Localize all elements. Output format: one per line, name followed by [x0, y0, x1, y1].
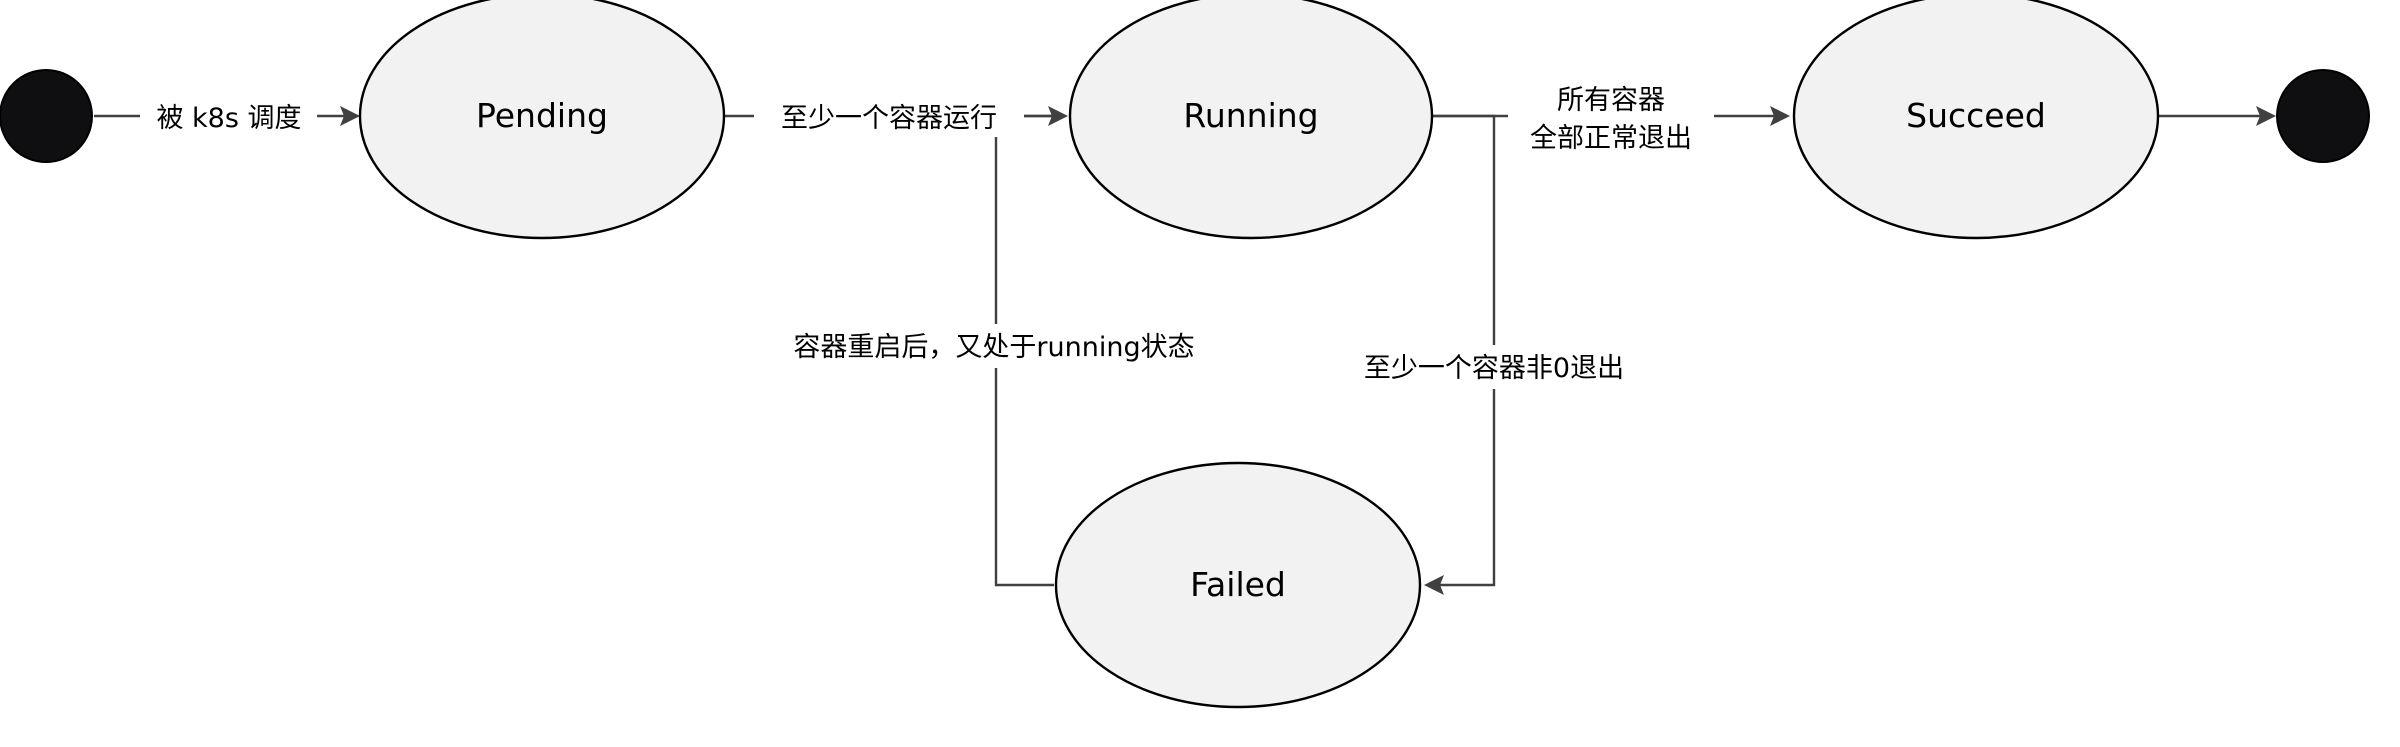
label-failed-to-running: 容器重启后，又处于running状态 — [793, 332, 1194, 363]
pod-lifecycle-diagram: 被 k8s 调度 至少一个容器运行 所有容器 全部正常退出 至少一个容器非0退出… — [0, 0, 2370, 709]
state-pending-label: Pending — [476, 96, 608, 135]
state-failed-label: Failed — [1190, 565, 1286, 604]
initial-state-node — [0, 69, 93, 163]
state-running: Running — [1068, 0, 1434, 240]
state-running-label: Running — [1183, 96, 1318, 135]
label-running-to-succeed-line2: 全部正常退出 — [1530, 123, 1692, 154]
final-state-node — [2276, 69, 2370, 163]
label-running-to-succeed-line1: 所有容器 — [1557, 85, 1665, 116]
label-start-to-pending: 被 k8s 调度 — [156, 103, 301, 134]
state-diagram-canvas: 被 k8s 调度 至少一个容器运行 所有容器 全部正常退出 至少一个容器非0退出… — [0, 0, 2400, 742]
state-failed: Failed — [1054, 461, 1422, 709]
state-succeed: Succeed — [1792, 0, 2160, 240]
label-pending-to-running: 至少一个容器运行 — [781, 103, 997, 134]
label-running-to-failed: 至少一个容器非0退出 — [1364, 353, 1624, 384]
state-pending: Pending — [358, 0, 726, 240]
state-succeed-label: Succeed — [1906, 96, 2046, 135]
